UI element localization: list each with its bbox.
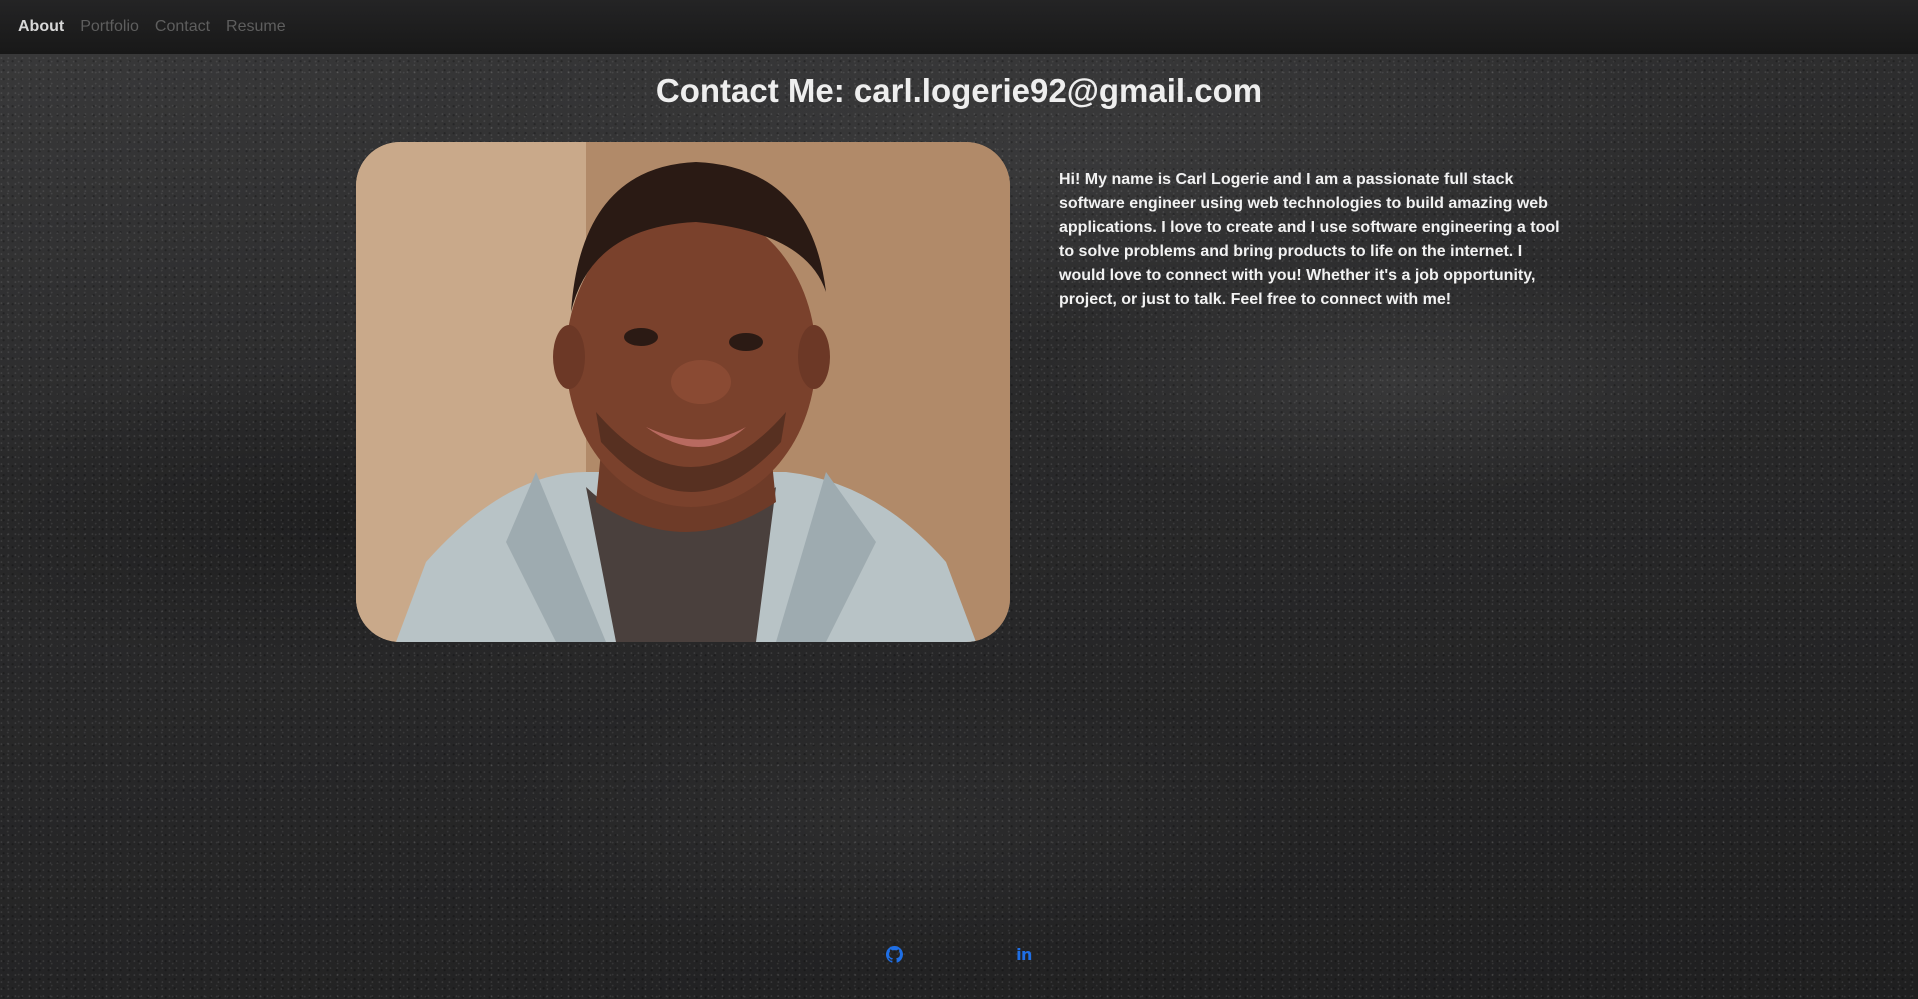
social-links: in xyxy=(0,944,1918,964)
nav-about[interactable]: About xyxy=(18,18,64,36)
bio-text: Hi! My name is Carl Logerie and I am a p… xyxy=(1059,171,1560,308)
page-title: Contact Me: carl.logerie92@gmail.com xyxy=(655,72,1263,109)
github-icon xyxy=(885,945,903,963)
linkedin-icon: in xyxy=(1016,944,1032,964)
nav-portfolio[interactable]: Portfolio xyxy=(80,18,139,36)
linkedin-link[interactable]: in xyxy=(1014,944,1034,964)
top-navbar: About Portfolio Contact Resume xyxy=(0,0,1918,54)
nav-resume[interactable]: Resume xyxy=(226,18,286,36)
profile-photo xyxy=(356,142,1010,642)
nav-contact[interactable]: Contact xyxy=(155,18,210,36)
github-link[interactable] xyxy=(884,944,904,964)
